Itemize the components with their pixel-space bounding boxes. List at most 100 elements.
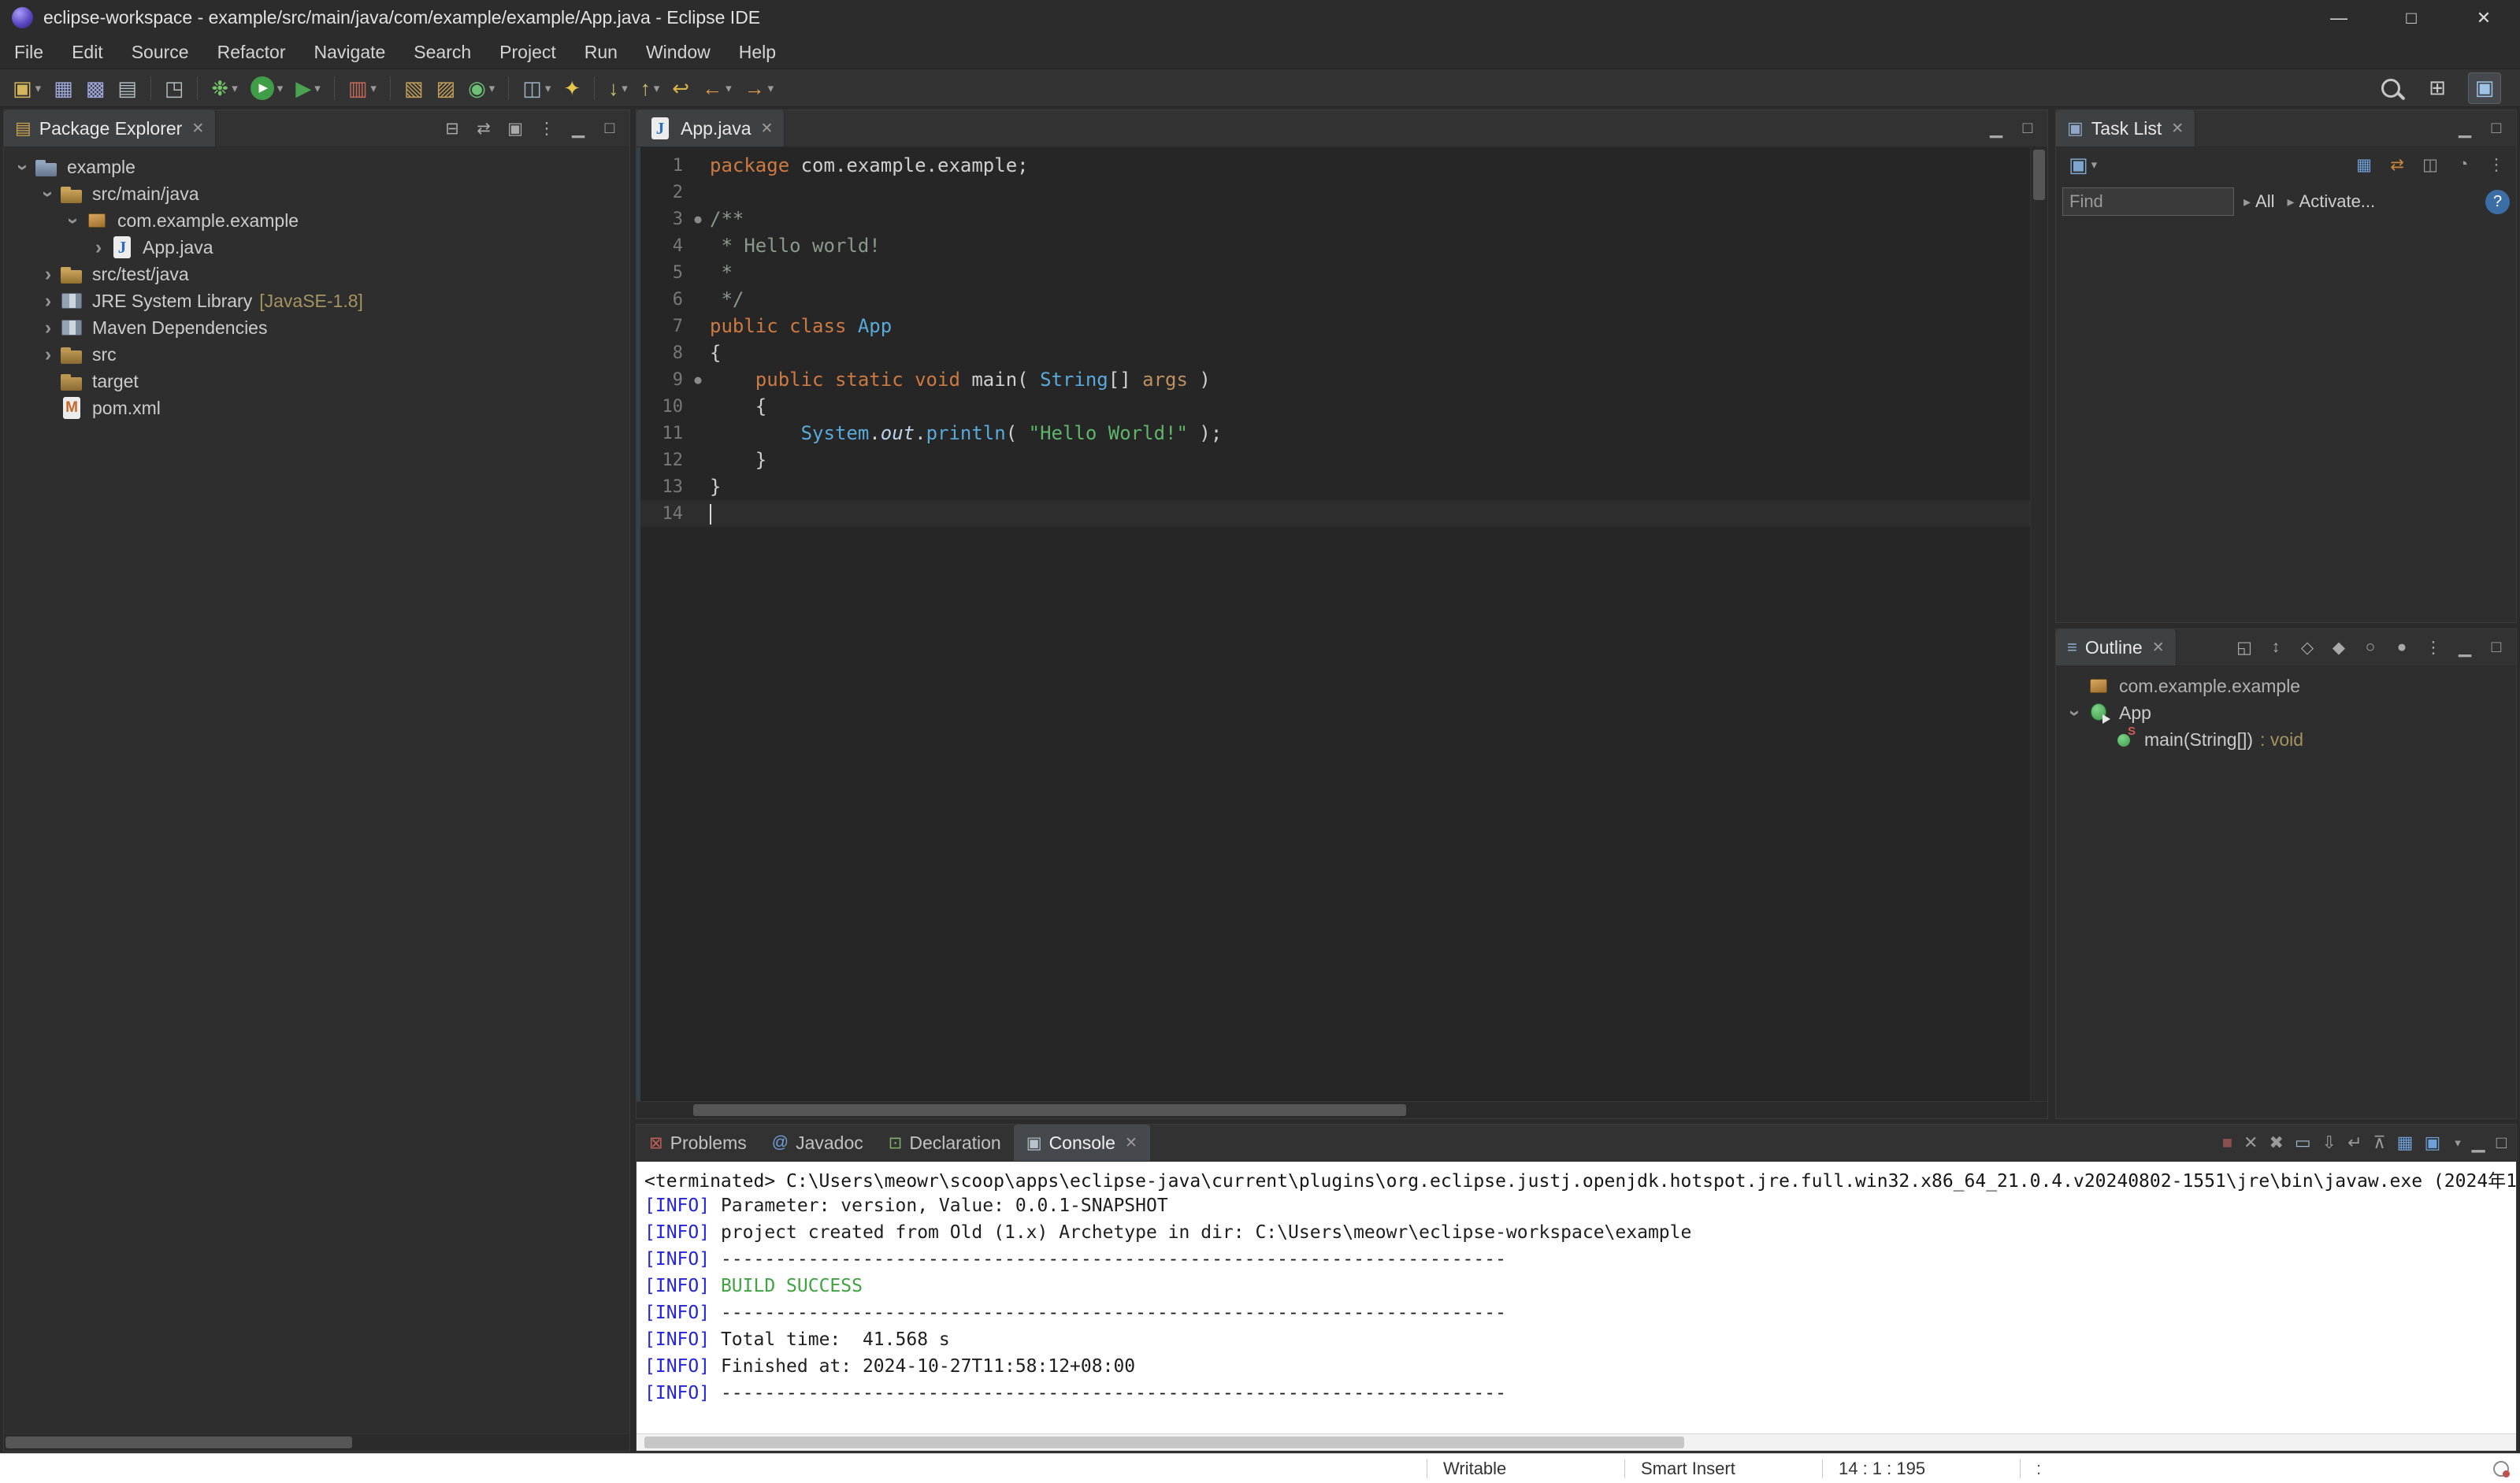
tree-item-app[interactable]: › App <box>2056 699 2516 726</box>
maximize-button[interactable]: □ <box>2014 115 2041 142</box>
coverage-button[interactable]: ▥ ▾ <box>342 72 383 104</box>
scrollbar-thumb[interactable] <box>6 1437 352 1448</box>
twistie-icon[interactable]: › <box>37 264 59 284</box>
twistie-icon[interactable]: › <box>37 344 59 365</box>
menu-window[interactable]: Window <box>632 35 725 69</box>
word-wrap-button[interactable]: ↵ <box>2347 1133 2362 1153</box>
twistie-icon[interactable]: › <box>37 291 59 311</box>
minimize-button[interactable]: ▁ <box>2472 1133 2485 1153</box>
tree-item-src-test-java[interactable]: › src/test/java <box>4 261 629 287</box>
focus-on-workweek-button[interactable]: ◔ <box>2450 151 2477 178</box>
build-all-button[interactable]: ◳ <box>158 72 191 104</box>
fold-marker-icon[interactable]: ● <box>686 373 710 387</box>
hide-fields-button[interactable]: ◇ <box>2294 634 2321 661</box>
tree-item-src[interactable]: › src <box>4 341 629 368</box>
debug-button[interactable]: ❉ ▾ <box>205 72 243 104</box>
tab-declaration[interactable]: ⊡ Declaration <box>876 1125 1014 1161</box>
maximize-button[interactable]: □ <box>596 115 623 142</box>
print-button[interactable]: ▤ <box>111 72 143 104</box>
tab-javadoc[interactable]: @ Javadoc <box>759 1125 876 1161</box>
previous-annotation-button[interactable]: ↑ ▾ <box>634 72 666 104</box>
new-task-button[interactable]: ▣ ▾ <box>2062 149 2103 180</box>
code-line[interactable]: 4 * Hello world! <box>640 232 2030 259</box>
twistie-icon[interactable]: › <box>63 209 85 232</box>
view-menu-button[interactable]: ⋮ <box>533 115 560 142</box>
fold-marker-icon[interactable]: ● <box>686 212 710 226</box>
forward-button[interactable]: → ▾ <box>738 72 781 104</box>
close-icon[interactable]: ✕ <box>2171 120 2184 138</box>
close-window-button[interactable]: ✕ <box>2448 0 2520 35</box>
hide-local-types-button[interactable]: ● <box>2388 634 2415 661</box>
search-button[interactable]: ✦ <box>557 72 587 104</box>
task-scope-all[interactable]: ▸ All <box>2244 191 2275 212</box>
console-hscrollbar[interactable] <box>636 1433 2516 1451</box>
tab-console[interactable]: ▣ Console ✕ <box>1013 1125 1150 1161</box>
open-console-button[interactable]: ▣ <box>2424 1133 2440 1153</box>
view-menu-button[interactable]: ⋮ <box>2483 151 2510 178</box>
maximize-button[interactable]: □ <box>2483 634 2510 661</box>
filter-completed-button[interactable]: ◫ <box>2417 151 2444 178</box>
remove-launch-button[interactable]: ✕ <box>2244 1133 2258 1153</box>
last-edit-location-button[interactable]: ↩ <box>666 72 696 104</box>
code-line[interactable]: 12 } <box>640 447 2030 473</box>
menu-project[interactable]: Project <box>485 35 570 69</box>
pin-console-button[interactable]: ⊼ <box>2373 1133 2386 1153</box>
editor-vscrollbar[interactable] <box>2030 147 2047 1101</box>
tree-item-com-example-example[interactable]: › com.example.example <box>4 207 629 234</box>
task-list-tab[interactable]: ▣ Task List ✕ <box>2056 110 2196 146</box>
minimize-button[interactable]: ▁ <box>2451 115 2478 142</box>
new-wizard-button[interactable]: ▣ ▾ <box>6 72 47 104</box>
tree-item-jre-system-library[interactable]: › JRE System Library [JavaSE-1.8] <box>4 287 629 314</box>
package-explorer-tab[interactable]: ▤ Package Explorer ✕ <box>4 110 217 146</box>
next-annotation-button[interactable]: ↓ ▾ <box>602 72 634 104</box>
scroll-lock-button[interactable]: ⇩ <box>2322 1133 2336 1153</box>
menu-search[interactable]: Search <box>399 35 485 69</box>
code-line[interactable]: 1 package com.example.example; <box>640 152 2030 179</box>
code-line[interactable]: 7 public class App <box>640 313 2030 339</box>
maximize-button[interactable]: □ <box>2496 1133 2507 1153</box>
twistie-icon[interactable]: › <box>13 156 35 178</box>
minimize-button[interactable]: ▁ <box>565 115 592 142</box>
code-line[interactable]: 3 ●/** <box>640 206 2030 232</box>
categorized-view-button[interactable]: ▦ <box>2351 151 2377 178</box>
menu-source[interactable]: Source <box>117 35 203 69</box>
minimize-window-button[interactable]: — <box>2303 0 2375 35</box>
tree-item-example[interactable]: › example <box>4 154 629 180</box>
display-selected-console-button[interactable]: ▦ <box>2397 1133 2414 1153</box>
close-icon[interactable]: ✕ <box>2152 639 2165 657</box>
run-button[interactable]: ▶ ▾ <box>244 72 290 104</box>
synchronize-button[interactable]: ⇄ <box>2384 151 2411 178</box>
scrollbar-thumb[interactable] <box>693 1104 1406 1116</box>
focus-button[interactable]: ◱ <box>2231 634 2258 661</box>
minimize-button[interactable]: ▁ <box>2451 634 2478 661</box>
notifications-icon[interactable] <box>2493 1460 2510 1477</box>
tree-item-target[interactable]: target <box>4 368 629 395</box>
view-menu-button[interactable]: ⋮ <box>2420 634 2447 661</box>
code-line[interactable]: 6 */ <box>640 286 2030 313</box>
tree-item-src-main-java[interactable]: › src/main/java <box>4 180 629 207</box>
tab-problems[interactable]: ⊠ Problems <box>636 1125 759 1161</box>
package-explorer-hscrollbar[interactable] <box>4 1433 629 1451</box>
code-line[interactable]: 2 <box>640 179 2030 206</box>
menu-refactor[interactable]: Refactor <box>203 35 300 69</box>
code-line[interactable]: 14 <box>640 500 2030 527</box>
tree-item-com-example-example[interactable]: com.example.example <box>2056 673 2516 699</box>
maximize-button[interactable]: □ <box>2483 115 2510 142</box>
new-package-button[interactable]: ▨ <box>430 72 462 104</box>
tree-item-pom-xml[interactable]: pom.xml <box>4 395 629 421</box>
link-with-editor-button[interactable]: ⇄ <box>470 115 497 142</box>
save-button[interactable]: ▦ <box>47 72 80 104</box>
editor-tab-appjava[interactable]: App.java ✕ <box>636 110 785 146</box>
open-perspective-button[interactable]: ⊞ <box>2421 72 2454 104</box>
task-find-input[interactable] <box>2062 187 2234 216</box>
code-line[interactable]: 8{ <box>640 339 2030 366</box>
editor-hscrollbar[interactable] <box>636 1101 2047 1118</box>
minimize-button[interactable]: ▁ <box>1983 115 2010 142</box>
back-button[interactable]: ← ▾ <box>696 72 738 104</box>
code-line[interactable]: 5 * <box>640 259 2030 286</box>
editor-code[interactable]: 1 package com.example.example; 2 3 ●/** 4 * H… <box>636 147 2030 1101</box>
code-line[interactable]: 9 ● public static void main( String[] arg… <box>640 366 2030 393</box>
hide-non-public-button[interactable]: ○ <box>2357 634 2384 661</box>
sort-button[interactable]: ↕ <box>2262 634 2289 661</box>
code-line[interactable]: 11 System.out.println( "Hello World!" ); <box>640 420 2030 447</box>
